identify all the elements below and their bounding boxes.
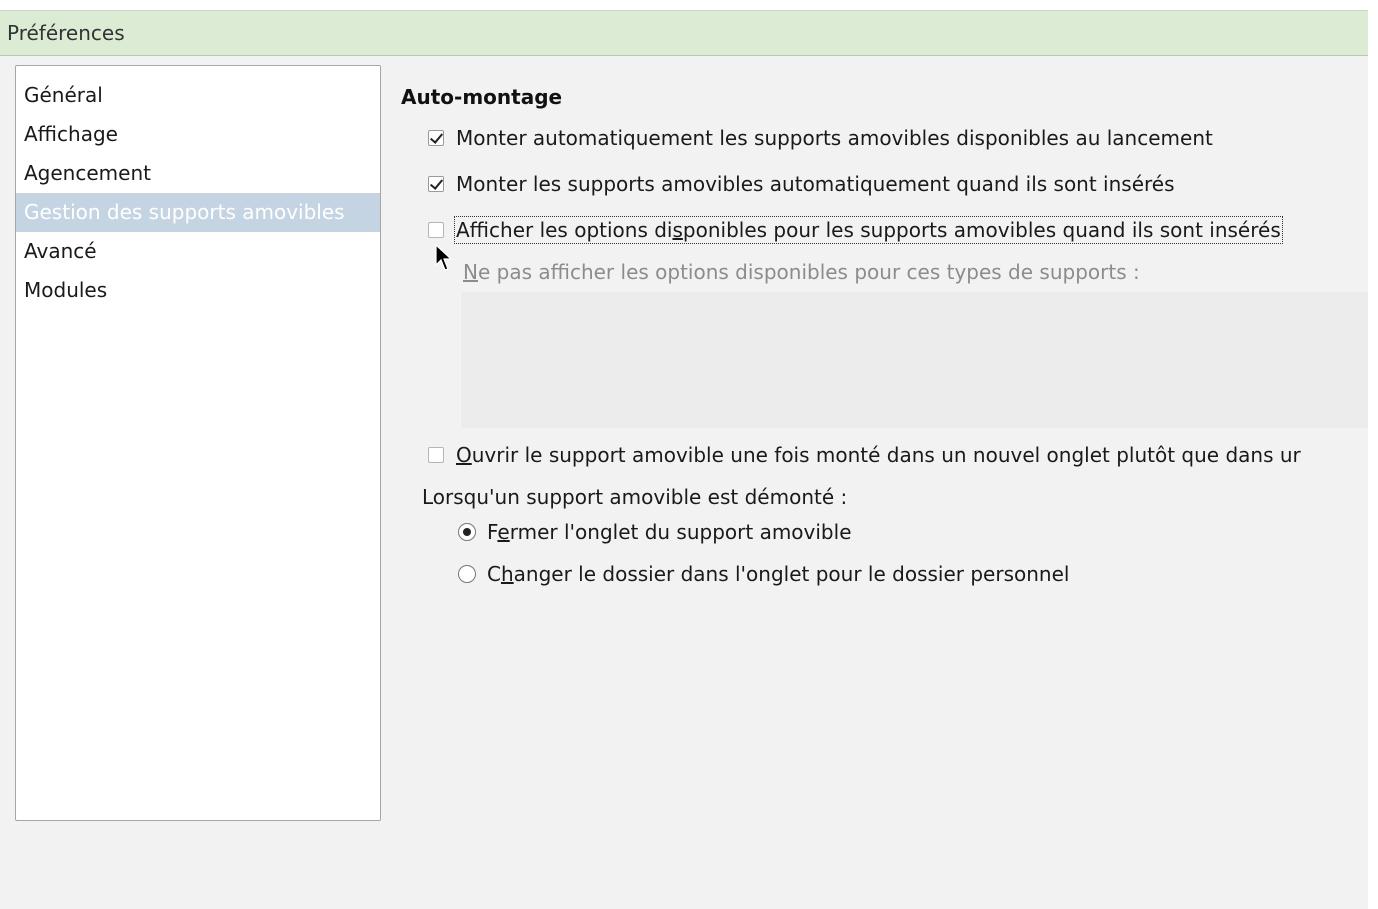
close-tab-option[interactable]: Fermer l'onglet du support amovible	[458, 520, 852, 544]
mount-on-insert-label[interactable]: Monter les supports amovibles automatiqu…	[456, 172, 1175, 196]
open-new-tab-text: uvrir le support amovible une fois monté…	[471, 443, 1301, 467]
change-folder-mnemonic: h	[500, 562, 514, 586]
close-tab-label-part2: rmer l'onglet du support amovible	[509, 520, 852, 544]
hide-for-types-label: Ne pas afficher les options disponibles …	[463, 260, 1140, 284]
hide-for-types-mnemonic: N	[463, 260, 478, 284]
mount-on-insert-option[interactable]: Monter les supports amovibles automatiqu…	[428, 172, 1175, 196]
show-options-label-part2: ponibles pour les supports amovibles qua…	[682, 218, 1281, 242]
mount-at-launch-option[interactable]: Monter automatiquement les supports amov…	[428, 126, 1213, 150]
change-folder-radio[interactable]	[458, 565, 476, 583]
show-options-label-part1: Afficher les options di	[456, 218, 673, 242]
close-tab-radio[interactable]	[458, 523, 476, 541]
show-options-mnemonic: s	[672, 218, 683, 242]
show-options-label[interactable]: Afficher les options disponibles pour le…	[454, 216, 1283, 244]
open-new-tab-option[interactable]: Ouvrir le support amovible une fois mont…	[428, 443, 1301, 467]
sidebar-item-modules[interactable]: Modules	[16, 271, 380, 310]
media-types-list	[461, 292, 1368, 428]
sidebar-item-layout[interactable]: Agencement	[16, 154, 380, 193]
window-title: Préférences	[7, 21, 125, 45]
close-tab-mnemonic: e	[497, 520, 510, 544]
section-title-automount: Auto-montage	[401, 85, 563, 109]
change-folder-option[interactable]: Changer le dossier dans l'onglet pour le…	[458, 562, 1069, 586]
open-new-tab-checkbox[interactable]	[428, 447, 444, 463]
close-tab-label[interactable]: Fermer l'onglet du support amovible	[487, 520, 852, 544]
hide-for-types-text: e pas afficher les options disponibles p…	[477, 260, 1140, 284]
sidebar-item-general[interactable]: Général	[16, 76, 380, 115]
sidebar-item-removable-media[interactable]: Gestion des supports amovibles	[16, 193, 380, 232]
close-tab-label-part1: F	[487, 520, 498, 544]
mouse-pointer-icon	[435, 244, 453, 271]
change-folder-label[interactable]: Changer le dossier dans l'onglet pour le…	[487, 562, 1069, 586]
mount-on-insert-checkbox[interactable]	[428, 176, 444, 192]
preferences-sidebar[interactable]: Général Affichage Agencement Gestion des…	[15, 65, 381, 821]
show-options-option[interactable]: Afficher les options disponibles pour le…	[428, 216, 1283, 244]
show-options-checkbox[interactable]	[428, 222, 444, 238]
sidebar-item-display[interactable]: Affichage	[16, 115, 380, 154]
mount-at-launch-label[interactable]: Monter automatiquement les supports amov…	[456, 126, 1213, 150]
change-folder-label-part1: C	[487, 562, 501, 586]
change-folder-label-part2: anger le dossier dans l'onglet pour le d…	[513, 562, 1070, 586]
mount-at-launch-checkbox[interactable]	[428, 130, 444, 146]
unmount-behaviour-label: Lorsqu'un support amovible est démonté :	[422, 485, 848, 509]
open-new-tab-label[interactable]: Ouvrir le support amovible une fois mont…	[456, 443, 1301, 467]
open-new-tab-mnemonic: O	[456, 443, 472, 467]
sidebar-item-advanced[interactable]: Avancé	[16, 232, 380, 271]
title-bar: Préférences	[0, 10, 1368, 56]
